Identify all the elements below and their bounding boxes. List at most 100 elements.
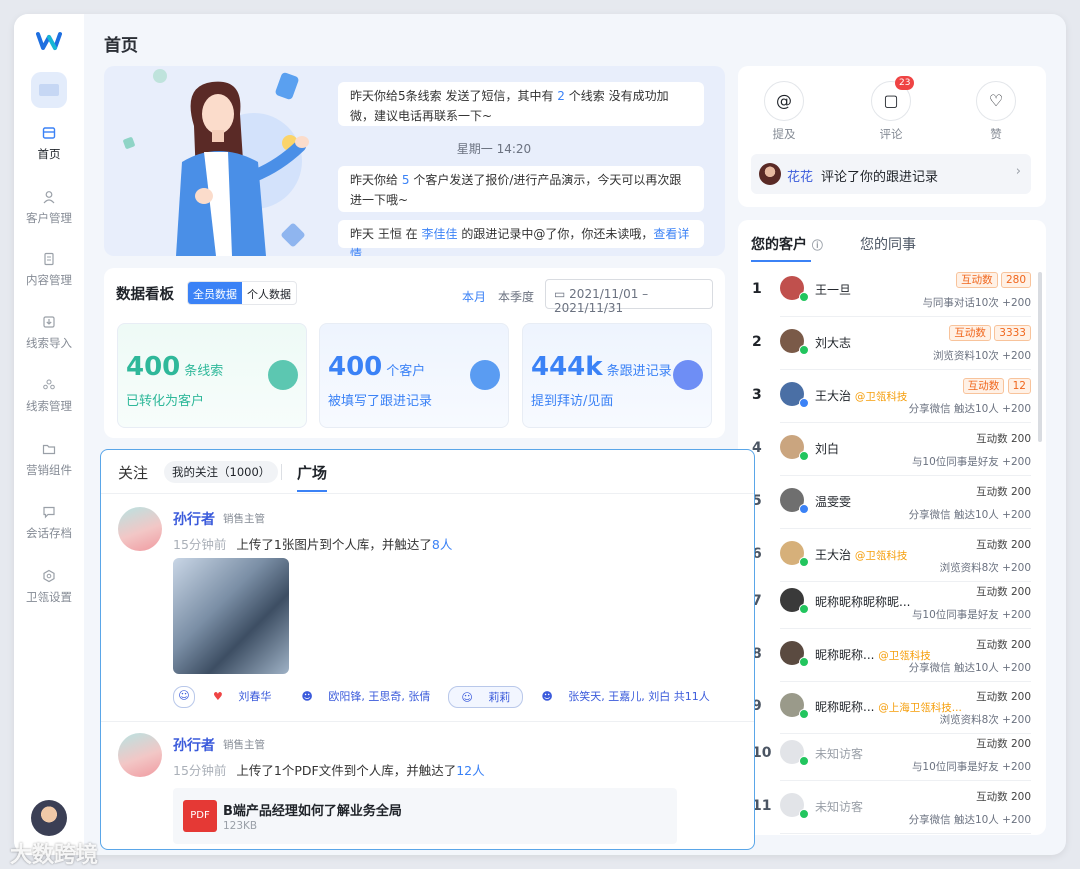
notification-panel: @ 提及 ▢ 23 评论 ♡ 赞 花花 评论了你的跟进记录 › xyxy=(738,66,1046,207)
message-bubble: 昨天 王恒 在 李佳佳 的跟进记录中@了你，你还未读哦，查看详情 xyxy=(338,220,704,256)
interaction-count: 互动数 200 xyxy=(976,691,1031,703)
customer-name: 昵称昵称昵称昵... xyxy=(815,595,911,609)
post-image[interactable] xyxy=(173,558,289,674)
dashboard-title: 数据看板 xyxy=(116,287,174,303)
at-icon: @ xyxy=(776,91,792,110)
reaction-chip[interactable]: ♥ 刘春华 xyxy=(201,686,283,708)
active-tab-underline xyxy=(751,260,811,262)
sidebar-item-lead-import[interactable]: 线索导入 xyxy=(14,315,84,351)
sidebar-item-home[interactable]: 首页 xyxy=(14,126,84,162)
sidebar-item-content[interactable]: 内容管理 xyxy=(14,252,84,288)
my-follow-chip[interactable]: 我的关注（1000） xyxy=(164,461,279,483)
date-range-picker[interactable]: ▭ 2021/11/01 – 2021/11/31 xyxy=(545,279,713,315)
tab-my-colleagues[interactable]: 您的同事 xyxy=(860,234,916,254)
toggle-personal-data[interactable]: 个人数据 xyxy=(242,282,296,304)
period-month-tab[interactable]: 本月 xyxy=(462,288,486,305)
import-icon xyxy=(43,316,55,328)
stat-card[interactable]: 444k 条跟进记录 提到拜访/见面 xyxy=(522,323,712,428)
row-divider xyxy=(780,316,1031,317)
add-reaction-button[interactable]: ☺ xyxy=(173,686,195,708)
workspace-thumbnail[interactable] xyxy=(31,72,67,108)
reaction-chip[interactable]: ☻ 张笑天, 王嘉儿, 刘白 共11人 xyxy=(529,686,721,708)
like-button[interactable]: ♡ xyxy=(976,81,1016,121)
customer-row[interactable]: 7 昵称昵称昵称昵... 互动数 200 与10位同事是好友 +200 xyxy=(738,577,1046,629)
chevron-right-icon: › xyxy=(1015,164,1021,179)
comment-button[interactable]: ▢ 23 xyxy=(871,76,915,121)
post-author-avatar[interactable] xyxy=(118,733,162,777)
stat-card[interactable]: 400 条线索 已转化为客户 xyxy=(117,323,307,428)
reaction-chip[interactable]: ☺ 莉莉 xyxy=(448,686,524,708)
file-attachment[interactable]: PDF B端产品经理如何了解业务全局 123KB xyxy=(173,788,677,844)
post-author-name[interactable]: 孙行者 xyxy=(173,735,215,755)
mention-label: 提及 xyxy=(772,127,796,141)
sidebar-item-label: 卫瓴设置 xyxy=(26,590,72,604)
party-face-icon: ☻ xyxy=(541,690,553,703)
customer-activity: 与10位同事是好友 +200 xyxy=(911,456,1031,468)
record-stat-icon xyxy=(673,360,703,390)
post-author-avatar[interactable] xyxy=(118,507,162,551)
wechat-status-icon xyxy=(799,398,809,408)
wechat-status-icon xyxy=(799,709,809,719)
team-icon xyxy=(43,379,55,390)
row-divider xyxy=(780,422,1031,423)
toggle-all-data[interactable]: 全员数据 xyxy=(188,282,242,304)
header-divider xyxy=(101,493,754,494)
customer-row[interactable]: 11 未知访客 互动数 200 分享微信 触达10人 +200 xyxy=(738,782,1046,834)
tab-square[interactable]: 广场 xyxy=(297,462,327,483)
customer-activity: 分享微信 触达10人 +200 xyxy=(908,509,1031,521)
sidebar-item-label: 内容管理 xyxy=(26,273,72,287)
customer-row[interactable]: 3 王大治 @卫瓴科技 互动数 12 分享微信 触达10人 +200 xyxy=(738,371,1046,423)
sidebar-item-lead-management[interactable]: 线索管理 xyxy=(14,378,84,414)
customer-row[interactable]: 2 刘大志 互动数 3333 浏览资料10次 +200 xyxy=(738,318,1046,370)
app-logo[interactable] xyxy=(36,30,62,52)
customer-row[interactable]: 10 未知访客 互动数 200 与10位同事是好友 +200 xyxy=(738,729,1046,781)
period-quarter-tab[interactable]: 本季度 xyxy=(498,288,534,305)
notification-text: 评论了你的跟进记录 xyxy=(821,170,939,185)
customer-name: 温雯雯 xyxy=(815,495,852,509)
comment-icon: ▢ xyxy=(883,91,899,110)
interaction-count: 互动数 200 xyxy=(976,586,1031,598)
file-size: 123KB xyxy=(223,820,258,832)
customer-activity: 分享微信 触达10人 +200 xyxy=(908,403,1031,415)
watermark: 大数跨境 xyxy=(10,843,99,868)
hug-face-icon: ☺ xyxy=(461,691,473,704)
user-avatar[interactable] xyxy=(31,800,67,836)
reaction-chip[interactable]: ☻ 欧阳锋, 王思奇, 张倩 xyxy=(289,686,442,708)
sidebar-item-chat-archive[interactable]: 会话存档 xyxy=(14,505,84,541)
customer-activity: 与同事对话10次 +200 xyxy=(922,297,1031,309)
comment-label: 评论 xyxy=(879,127,903,141)
stat-card[interactable]: 400 个客户 被填写了跟进记录 xyxy=(319,323,509,428)
file-name: B端产品经理如何了解业务全局 xyxy=(223,804,402,819)
customer-row[interactable]: 6 王大治 @卫瓴科技 互动数 200 浏览资料8次 +200 xyxy=(738,530,1046,582)
customer-row[interactable]: 9 昵称昵称... @上海卫瓴科技... 互动数 200 浏览资料8次 +200 xyxy=(738,682,1046,734)
customer-name: 刘大志 xyxy=(815,336,852,350)
hero-banner: 昨天你给5条线索 发送了短信，其中有 2 个线索 没有成功加微，建议电话再联系一… xyxy=(104,66,725,256)
post-author-name[interactable]: 孙行者 xyxy=(173,509,215,529)
notifier-name: 花花 xyxy=(787,170,814,185)
sidebar-item-customers[interactable]: 客户管理 xyxy=(14,190,84,226)
sidebar-item-marketing[interactable]: 营销组件 xyxy=(14,442,84,478)
tab-follow[interactable]: 关注 xyxy=(118,462,148,483)
customer-row[interactable]: 5 温雯雯 互动数 200 分享微信 触达10人 +200 xyxy=(738,477,1046,529)
tab-my-customers[interactable]: 您的客户 ⓘ xyxy=(751,234,823,254)
activity-feed-panel: 关注 我的关注（1000） 广场 孙行者 销售主管 15分钟前 上传了1张图片到个… xyxy=(100,449,755,850)
app-window: 首页 客户管理 内容管理 线索导入 线索管理 营销组件 会话存档 卫瓴设置 首页… xyxy=(14,14,1066,855)
row-divider xyxy=(780,528,1031,529)
row-divider xyxy=(780,628,1031,629)
customer-activity: 浏览资料10次 +200 xyxy=(932,350,1031,362)
post-text: 15分钟前 上传了1个PDF文件到个人库，并触达了12人 xyxy=(173,763,485,778)
rank-number: 3 xyxy=(752,387,762,403)
customer-ranking-panel: 您的客户 ⓘ 您的同事 1 王一旦 互动数 280 与同事对话10次 +200 2 刘大… xyxy=(738,220,1046,835)
tab-divider xyxy=(281,464,282,480)
customer-row[interactable]: 8 昵称昵称... @卫瓴科技 互动数 200 分享微信 触达10人 +200 xyxy=(738,630,1046,682)
customer-activity: 分享微信 触达10人 +200 xyxy=(908,662,1031,674)
mention-button[interactable]: @ xyxy=(764,81,804,121)
customer-activity: 浏览资料8次 +200 xyxy=(939,714,1031,726)
interaction-count: 互动数 3333 xyxy=(949,325,1031,341)
customer-row[interactable]: 4 刘白 互动数 200 与10位同事是好友 +200 xyxy=(738,424,1046,476)
sidebar: 首页 客户管理 内容管理 线索导入 线索管理 营销组件 会话存档 卫瓴设置 xyxy=(14,14,84,855)
sidebar-item-settings[interactable]: 卫瓴设置 xyxy=(14,569,84,605)
calendar-icon: ▭ xyxy=(554,287,566,301)
latest-notification[interactable]: 花花 评论了你的跟进记录 › xyxy=(751,154,1031,194)
customer-row[interactable]: 1 王一旦 互动数 280 与同事对话10次 +200 xyxy=(738,265,1046,317)
